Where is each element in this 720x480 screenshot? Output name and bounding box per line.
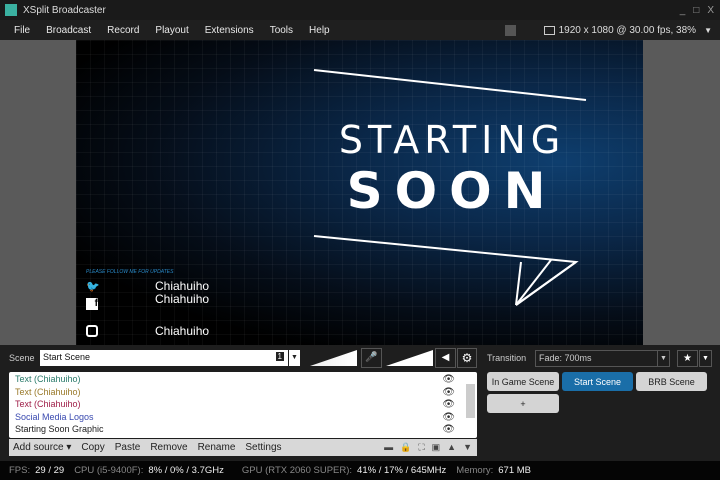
follow-text: PLEASE FOLLOW ME FOR UPDATES [86, 269, 174, 275]
copy-button[interactable]: Copy [81, 442, 104, 453]
source-item[interactable]: Text (Chiahuiho) 👁 [9, 387, 477, 400]
fps-value: 29 / 29 [35, 465, 65, 476]
menu-help[interactable]: Help [301, 25, 338, 36]
source-list: Text (Chiahuiho) 👁 Text (Chiahuiho) 👁 Text… [9, 372, 477, 438]
source-item[interactable]: Social Media Logos 👁 [9, 412, 477, 425]
rename-button[interactable]: Rename [198, 442, 236, 453]
transition-value: Fade: 700ms [539, 353, 592, 363]
window-title: XSplit Broadcaster [23, 4, 106, 16]
add-effect-button[interactable]: ★ [677, 350, 698, 367]
add-source-button[interactable]: Add source ▾ [13, 442, 71, 453]
chevron-down-icon: ▼ [657, 351, 669, 366]
minimize-button[interactable]: _ [680, 5, 686, 16]
gpu-label: GPU (RTX 2060 SUPER): [241, 465, 353, 476]
settings-gear-button[interactable]: ⚙ [457, 348, 477, 368]
memory-label: Memory: [456, 465, 494, 476]
speaker-button[interactable]: ◀ [435, 348, 456, 368]
share-icon[interactable] [504, 24, 516, 36]
memory-value: 671 MB [498, 465, 531, 476]
twitter-handle: Chiahuiho [155, 279, 210, 293]
scene-button-in-game[interactable]: In Game Scene [487, 372, 559, 391]
settings-button[interactable]: Settings [245, 442, 281, 453]
transition-dropdown[interactable]: Fade: 700ms ▼ [535, 350, 670, 367]
xsplit-logo-icon [5, 4, 17, 16]
preview-area: STARTING SOON PLEASE FOLLOW ME FOR UPDAT… [0, 40, 720, 345]
speaker-level-meter [386, 350, 433, 366]
menu-tools[interactable]: Tools [262, 25, 301, 36]
scene-name-input[interactable]: Start Scene 1 [40, 350, 288, 366]
menu-record[interactable]: Record [99, 25, 147, 36]
maximize-button[interactable]: □ [693, 5, 699, 16]
source-item[interactable]: Text (Chiahuiho) 👁 [9, 399, 477, 412]
title-bar: XSplit Broadcaster _ □ X [0, 0, 720, 20]
scene-label: Scene [9, 353, 35, 363]
gpu-value: 41% / 17% / 645MHz [357, 465, 447, 476]
menu-playout[interactable]: Playout [147, 25, 196, 36]
effect-dropdown-button[interactable]: ▼ [699, 350, 712, 367]
menu-file[interactable]: File [0, 25, 38, 36]
source-item[interactable]: Text (Chiahuiho) 👁 [9, 374, 477, 387]
chevron-down-icon[interactable]: ▼ [704, 26, 712, 35]
eye-icon[interactable]: 👁 [442, 424, 455, 435]
eye-icon[interactable]: 👁 [442, 412, 455, 423]
menu-bar: File Broadcast Record Playout Extensions… [0, 20, 720, 40]
status-bar: FPS: 29 / 29 CPU (i5-9400F): 8% / 0% / 3… [0, 461, 720, 480]
fit-screen-icon[interactable]: ⛶ [418, 442, 424, 453]
monitor-icon [543, 25, 555, 35]
scene-button-start[interactable]: Start Scene [562, 372, 633, 391]
close-button[interactable]: X [707, 5, 714, 16]
transition-label: Transition [487, 353, 527, 363]
eye-icon[interactable]: 👁 [442, 374, 455, 385]
facebook-handle: Chiahuiho [155, 292, 210, 306]
resolution-dropdown[interactable]: 1920 x 1080 @ 30.00 fps, 38% [559, 25, 696, 36]
instagram-icon [86, 325, 98, 337]
twitter-icon: 🐦 [86, 280, 100, 293]
move-down-icon[interactable]: ▼ [463, 442, 472, 453]
starting-text: STARTING [338, 118, 566, 162]
cpu-value: 8% / 0% / 3.7GHz [148, 465, 224, 476]
remove-button[interactable]: Remove [150, 442, 187, 453]
mic-level-meter [310, 350, 357, 366]
source-scrollbar[interactable] [466, 384, 475, 418]
facebook-icon: f [86, 298, 98, 310]
menu-broadcast[interactable]: Broadcast [38, 25, 99, 36]
scene-name-value: Start Scene [43, 352, 91, 362]
microphone-button[interactable]: 🎤 [361, 348, 382, 368]
scene-button-brb[interactable]: BRB Scene [636, 372, 707, 391]
picture-in-picture-icon[interactable]: ▣ [432, 442, 441, 453]
stage-canvas[interactable]: STARTING SOON PLEASE FOLLOW ME FOR UPDAT… [76, 40, 643, 345]
instagram-handle: Chiahuiho [155, 324, 210, 338]
folder-icon[interactable]: ▬ [384, 442, 393, 453]
add-scene-button[interactable]: + [487, 394, 559, 413]
cpu-label: CPU (i5-9400F): [74, 465, 144, 476]
move-up-icon[interactable]: ▲ [447, 442, 456, 453]
scene-dropdown-button[interactable]: ▼ [289, 350, 300, 366]
source-toolbar: Add source ▾ Copy Paste Remove Rename Se… [9, 439, 477, 456]
scene-number-badge: 1 [275, 352, 284, 361]
paste-button[interactable]: Paste [115, 442, 141, 453]
fps-label: FPS: [9, 465, 31, 476]
source-item[interactable]: Starting Soon Graphic 👁 [9, 424, 477, 437]
eye-icon[interactable]: 👁 [442, 399, 455, 410]
eye-icon[interactable]: 👁 [442, 387, 455, 398]
soon-text: SOON [346, 162, 558, 220]
menu-extensions[interactable]: Extensions [197, 25, 262, 36]
lock-icon[interactable]: 🔒 [400, 442, 411, 453]
